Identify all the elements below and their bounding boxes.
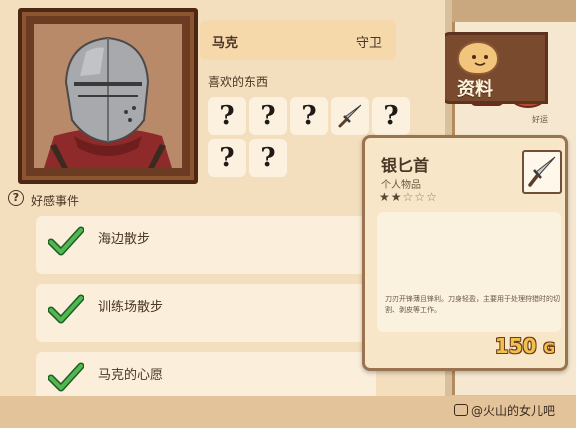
right-panel-top-strip	[452, 0, 576, 22]
question-mark-icon: ?	[260, 101, 276, 131]
likes-title: 喜欢的东西	[208, 75, 269, 89]
event-label: 训练场散步	[98, 300, 164, 315]
star-filled-icon: ★	[379, 190, 391, 204]
character-portrait	[34, 24, 182, 168]
watermark: @火山的女儿吧	[454, 402, 555, 419]
tieba-logo-icon	[454, 404, 468, 416]
item-name: 银匕首	[381, 156, 430, 175]
star-empty-icon: ☆	[426, 190, 438, 204]
item-category: 个人物品	[381, 180, 421, 191]
star-filled-icon: ★	[390, 190, 403, 204]
portrait-frame	[18, 8, 198, 184]
tab-info[interactable]: 资料	[440, 32, 548, 104]
item-price: 150 G	[495, 334, 555, 358]
checkmark-icon	[48, 226, 84, 256]
item-description: 刀刃开锋薄且锋利。刀身轻盈，主要用于处理狩猎时的切割、剥皮等工作。	[385, 295, 560, 314]
like-slot-unknown[interactable]: ?	[249, 139, 287, 177]
potato-mascot-icon	[457, 41, 499, 75]
help-icon[interactable]: ?	[8, 190, 24, 206]
name-card: 马克 守卫	[200, 20, 396, 60]
silver-dagger-icon	[528, 156, 556, 187]
checkmark-icon	[48, 294, 84, 324]
star-empty-icon: ☆	[402, 190, 415, 204]
item-icon-box	[522, 150, 562, 194]
like-slot-unknown[interactable]: ?	[208, 139, 246, 177]
star-empty-icon: ☆	[414, 190, 427, 204]
watermark-text: @火山的女儿吧	[471, 404, 556, 418]
event-label: 海边散步	[98, 232, 151, 247]
event-item[interactable]: 海边散步	[36, 216, 376, 274]
like-slot-unknown[interactable]: ?	[290, 97, 328, 135]
event-item[interactable]: 训练场散步	[36, 284, 376, 342]
character-name: 马克	[212, 36, 239, 51]
question-mark-icon: ?	[219, 143, 235, 173]
like-slot-unknown[interactable]: ?	[208, 97, 246, 135]
character-role: 守卫	[355, 36, 382, 51]
like-slot-unknown[interactable]: ?	[372, 97, 410, 135]
item-description-box: 刀刃开锋薄且锋利。刀身轻盈，主要用于处理狩猎时的切割、剥皮等工作。	[377, 212, 561, 332]
question-mark-icon: ?	[383, 101, 399, 131]
event-label: 马克的心愿	[98, 368, 164, 383]
item-rating: ★★☆☆☆	[379, 190, 438, 204]
tab-info-label: 资料	[457, 79, 493, 100]
item-tooltip: 银匕首 个人物品 ★★☆☆☆ 刀刃开锋薄且锋利。刀身轻盈，主要用于处理狩猎时的切…	[362, 135, 568, 371]
checkmark-icon	[48, 362, 84, 392]
like-slot-dagger[interactable]	[331, 97, 369, 135]
silver-dagger-icon	[338, 104, 362, 128]
price-value: 150	[494, 334, 537, 358]
question-mark-icon: ?	[219, 101, 235, 131]
like-slot-unknown[interactable]: ?	[249, 97, 287, 135]
side-note: 好运	[532, 115, 548, 124]
question-mark-icon: ?	[260, 143, 276, 173]
question-mark-icon: ?	[301, 101, 317, 131]
price-unit: G	[543, 341, 556, 357]
events-title: 好感事件	[31, 194, 80, 208]
